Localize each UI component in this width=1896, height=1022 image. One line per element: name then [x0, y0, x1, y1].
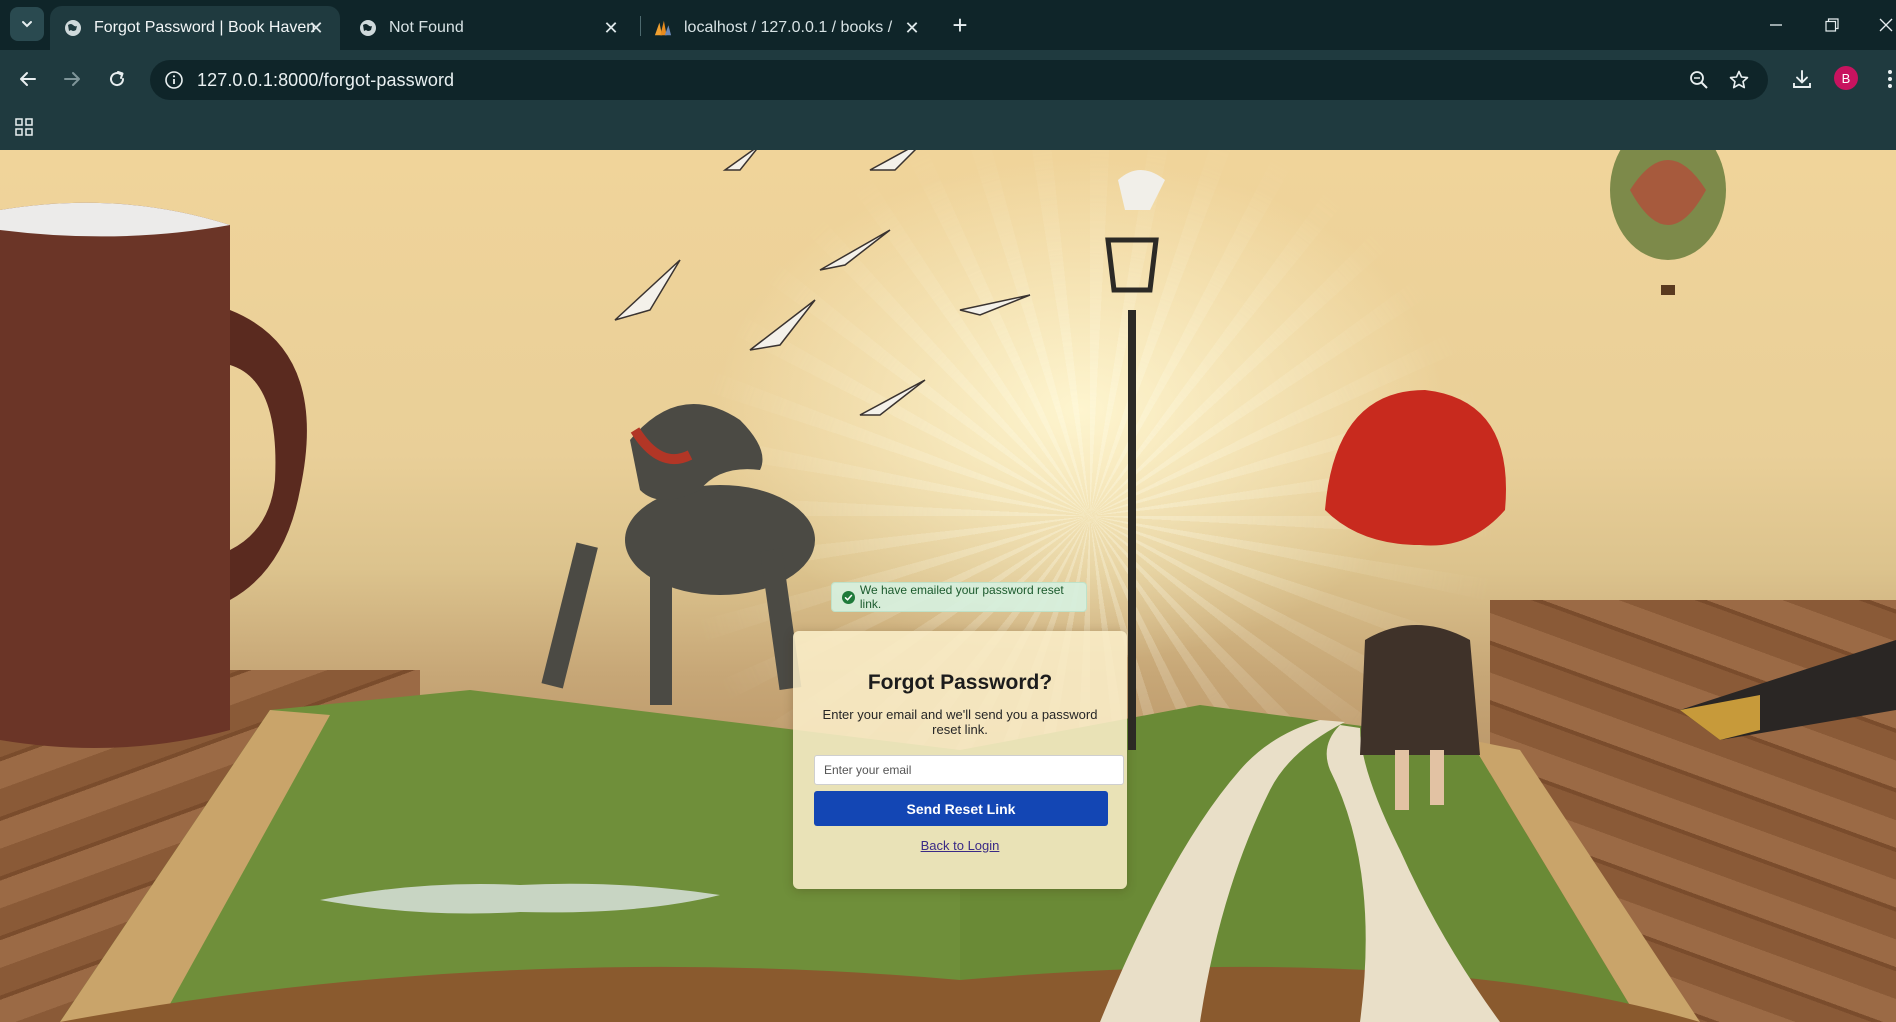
globe-icon — [64, 19, 82, 37]
browser-toolbar: 127.0.0.1:8000/forgot-password — [0, 50, 1896, 108]
close-icon — [1879, 18, 1893, 32]
new-tab-button[interactable]: + — [946, 12, 974, 40]
coffee-mug — [0, 202, 230, 748]
tab-search-button[interactable] — [10, 7, 44, 41]
arrow-left-icon — [20, 72, 36, 86]
more-vertical-icon — [1888, 70, 1892, 88]
lamp-post — [1128, 310, 1136, 750]
browser-menu-button[interactable] — [1876, 65, 1896, 93]
restore-button[interactable] — [1812, 10, 1852, 40]
forward-button[interactable] — [57, 64, 87, 94]
email-field[interactable] — [814, 755, 1124, 785]
zoom-icon[interactable] — [1688, 69, 1710, 91]
send-reset-link-button[interactable]: Send Reset Link — [814, 791, 1108, 826]
address-bar[interactable]: 127.0.0.1:8000/forgot-password — [150, 60, 1768, 100]
lamp-head — [1105, 237, 1159, 293]
close-tab-icon[interactable]: ✕ — [306, 18, 326, 38]
phpmyadmin-icon — [654, 19, 672, 37]
form-description: Enter your email and we'll send you a pa… — [822, 707, 1098, 737]
tab-strip: Forgot Password | Book Haven ✕ Not Found… — [0, 0, 1896, 50]
apps-grid-icon[interactable] — [14, 117, 34, 137]
balloon-basket — [1661, 285, 1675, 295]
tab-title: Forgot Password | Book Haven — [94, 19, 316, 36]
tab-phpmyadmin[interactable]: localhost / 127.0.0.1 / books / u ✕ — [640, 6, 936, 50]
dog — [541, 404, 815, 705]
tab-forgot-password[interactable]: Forgot Password | Book Haven ✕ — [50, 6, 340, 50]
bookmark-star-icon[interactable] — [1728, 69, 1750, 91]
page-title: Forgot Password? — [867, 671, 1053, 694]
download-icon — [1793, 70, 1811, 88]
close-tab-icon[interactable]: ✕ — [902, 18, 922, 38]
tab-title: localhost / 127.0.0.1 / books / u — [684, 19, 894, 36]
girl-leg — [1395, 750, 1409, 810]
close-window-button[interactable] — [1866, 10, 1896, 40]
back-button[interactable] — [13, 64, 43, 94]
girl-leg — [1430, 750, 1444, 805]
red-umbrella — [1325, 390, 1506, 546]
minimize-button[interactable] — [1756, 10, 1796, 40]
flying-birds — [614, 150, 1031, 416]
bookmarks-bar — [0, 108, 1896, 150]
close-tab-icon[interactable]: ✕ — [601, 18, 621, 38]
chevron-down-icon — [22, 21, 32, 28]
check-circle-icon — [842, 590, 855, 604]
tab-title: Not Found — [389, 19, 464, 36]
success-alert: We have emailed your password reset link… — [831, 582, 1087, 612]
forgot-password-card: Forgot Password? Enter your email and we… — [793, 631, 1127, 889]
back-to-login-link[interactable]: Back to Login — [793, 838, 1127, 853]
profile-avatar[interactable]: B — [1834, 66, 1858, 90]
alert-message: We have emailed your password reset link… — [859, 583, 1064, 611]
reload-icon — [110, 71, 125, 87]
site-info-icon[interactable] — [164, 70, 184, 90]
arrow-right-icon — [64, 72, 80, 86]
restore-icon — [1825, 18, 1839, 32]
seagull-on-lamp — [1118, 170, 1165, 210]
tab-not-found[interactable]: Not Found ✕ — [345, 6, 635, 50]
reload-button[interactable] — [102, 64, 132, 94]
girl-dress — [1360, 625, 1480, 755]
url-text[interactable]: 127.0.0.1:8000/forgot-password — [197, 70, 454, 91]
globe-icon — [359, 19, 377, 37]
mug-handle — [230, 310, 307, 600]
minimize-icon — [1770, 24, 1782, 26]
page-viewport: We have emailed your password reset link… — [0, 150, 1896, 1022]
downloads-button[interactable] — [1788, 65, 1816, 93]
